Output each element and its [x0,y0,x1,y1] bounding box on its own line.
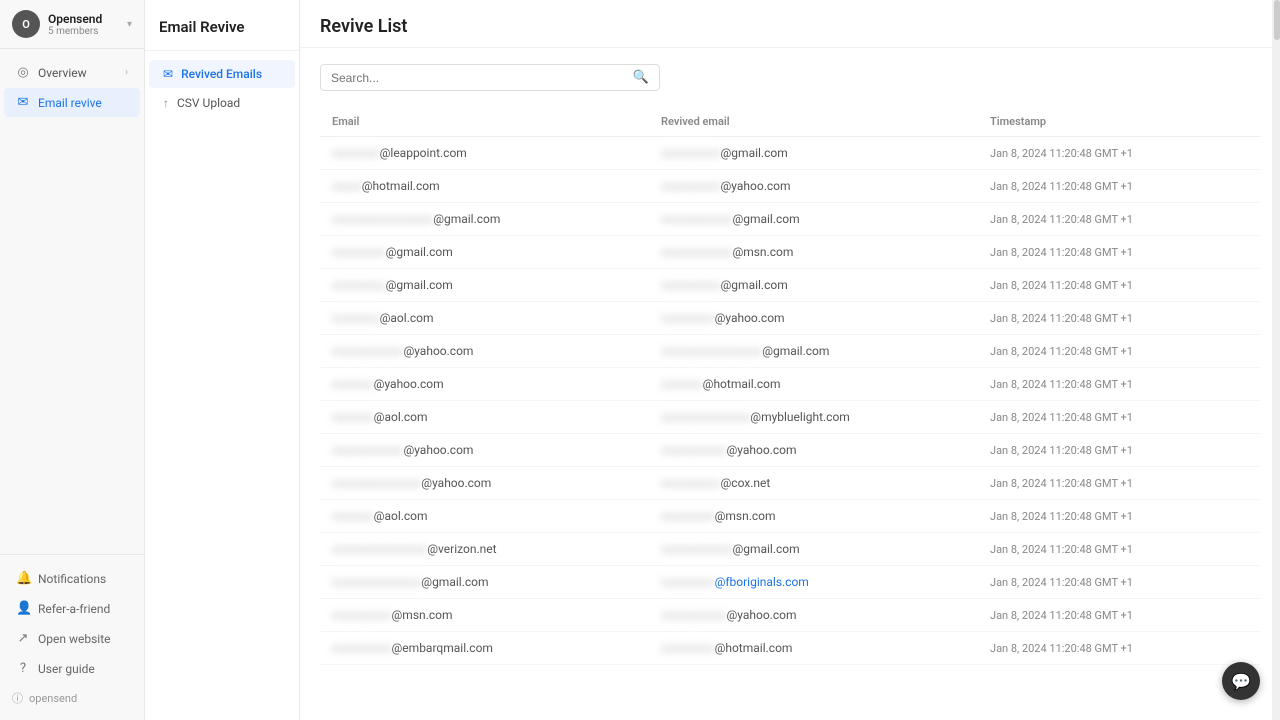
toolbar: 🔍 [320,64,1260,91]
sidebar-bottom: 🔔 Notifications 👤 Refer-a-friend ↗ Open … [0,554,144,720]
chat-icon: 💬 [1231,672,1251,691]
search-input[interactable] [331,71,633,85]
open-website-icon: ↗ [16,631,30,646]
search-box[interactable]: 🔍 [320,64,660,91]
sub-sidebar-title: Email Revive [145,0,299,51]
table-row: xxxxxxxxxxxxxxx@gmail.comxxxxxxxxx@fbori… [320,566,1260,599]
table-row: xxxxxxx@aol.comxxxxxxxxx@msn.comJan 8, 2… [320,500,1260,533]
table-row: xxxxx@hotmail.comxxxxxxxxxx@yahoo.comJan… [320,170,1260,203]
table-row: xxxxxxxxxxxx@yahoo.comxxxxxxxxxxxxxxxxx@… [320,335,1260,368]
notifications-icon: 🔔 [16,571,30,586]
sidebar: O Opensend 5 members ▾ ◎ Overview › ✉ Em… [0,0,145,720]
table-row: xxxxxxxxxx@embarqmail.comxxxxxxxxx@hotma… [320,632,1260,665]
data-table: Email Revived email Timestamp xxxxxxxx@l… [320,107,1260,665]
sidebar-item-notifications[interactable]: 🔔 Notifications [4,564,140,593]
sidebar-item-user-guide[interactable]: ? User guide [4,654,140,683]
table-row: xxxxxxxxxx@msn.comxxxxxxxxxxx@yahoo.comJ… [320,599,1260,632]
sidebar-item-open-website[interactable]: ↗ Open website [4,624,140,653]
opensend-label-text: opensend [29,692,77,705]
csv-upload-icon: ↑ [163,96,169,110]
user-guide-icon: ? [16,661,30,676]
scroll-thumb[interactable] [1274,0,1280,40]
sidebar-item-email-revive[interactable]: ✉ Email revive [4,88,140,117]
sidebar-nav: ◎ Overview › ✉ Email revive [0,49,144,554]
col-header-revived: Revived email [649,107,978,137]
table-row: xxxxxxxxxxxxxxx@yahoo.comxxxxxxxxxx@cox.… [320,467,1260,500]
org-switcher[interactable]: O Opensend 5 members ▾ [0,0,144,49]
email-revive-icon: ✉ [16,95,30,110]
overview-icon: ◎ [16,65,30,80]
org-avatar: O [12,10,40,38]
sub-sidebar: Email Revive ✉ Revived Emails ↑ CSV Uplo… [145,0,300,720]
table-row: xxxxxxxx@leappoint.comxxxxxxxxxx@gmail.c… [320,137,1260,170]
sub-nav-csv-upload-label: CSV Upload [177,96,240,110]
sidebar-item-user-guide-label: User guide [38,662,95,676]
col-header-timestamp: Timestamp [978,107,1260,137]
info-icon: ⓘ [12,690,23,706]
sidebar-item-overview[interactable]: ◎ Overview › [4,58,140,87]
search-icon[interactable]: 🔍 [633,70,649,85]
scroll-track[interactable] [1272,0,1280,720]
table-row: xxxxxxxxxxxxxxxx@verizon.netxxxxxxxxxxxx… [320,533,1260,566]
org-info: Opensend 5 members [48,12,119,37]
sidebar-item-open-website-label: Open website [38,632,110,646]
table-row: xxxxxxx@yahoo.comxxxxxxx@hotmail.comJan … [320,368,1260,401]
page-title: Revive List [320,16,1260,37]
sub-sidebar-nav: ✉ Revived Emails ↑ CSV Upload [145,51,299,126]
chevron-right-icon: › [125,67,128,78]
sub-nav-revived-emails[interactable]: ✉ Revived Emails [149,60,295,88]
sidebar-item-notifications-label: Notifications [38,572,106,586]
chat-button[interactable]: 💬 [1222,662,1260,700]
sidebar-item-refer[interactable]: 👤 Refer-a-friend [4,594,140,623]
revived-emails-icon: ✉ [163,67,173,81]
table-header-row: Email Revived email Timestamp [320,107,1260,137]
chevron-down-icon: ▾ [127,19,132,30]
table-row: xxxxxxxxxxxxxxxxx@gmail.comxxxxxxxxxxxx@… [320,203,1260,236]
sidebar-item-overview-label: Overview [38,66,87,80]
sidebar-item-email-revive-label: Email revive [38,96,102,110]
table-row: xxxxxxxxx@gmail.comxxxxxxxxxxxx@msn.comJ… [320,236,1260,269]
col-header-email: Email [320,107,649,137]
content-area: 🔍 Email Revived email Timestamp xxxxxxxx… [300,48,1280,720]
main-header: Revive List [300,0,1280,48]
table-row: xxxxxxxxx@gmail.comxxxxxxxxxx@gmail.comJ… [320,269,1260,302]
main-content: Revive List 🔍 Email Revived email Timest… [300,0,1280,720]
sidebar-item-refer-label: Refer-a-friend [38,602,110,616]
refer-icon: 👤 [16,601,30,616]
table-row: xxxxxxxxxxxx@yahoo.comxxxxxxxxxxx@yahoo.… [320,434,1260,467]
table-row: xxxxxxx@aol.comxxxxxxxxxxxxxxx@mybluelig… [320,401,1260,434]
table-row: xxxxxxxx@aol.comxxxxxxxxx@yahoo.comJan 8… [320,302,1260,335]
sub-nav-revived-emails-label: Revived Emails [181,67,262,81]
sub-nav-csv-upload[interactable]: ↑ CSV Upload [149,89,295,117]
org-name: Opensend [48,12,119,26]
org-members: 5 members [48,26,119,37]
opensend-branding[interactable]: ⓘ opensend [0,684,144,712]
